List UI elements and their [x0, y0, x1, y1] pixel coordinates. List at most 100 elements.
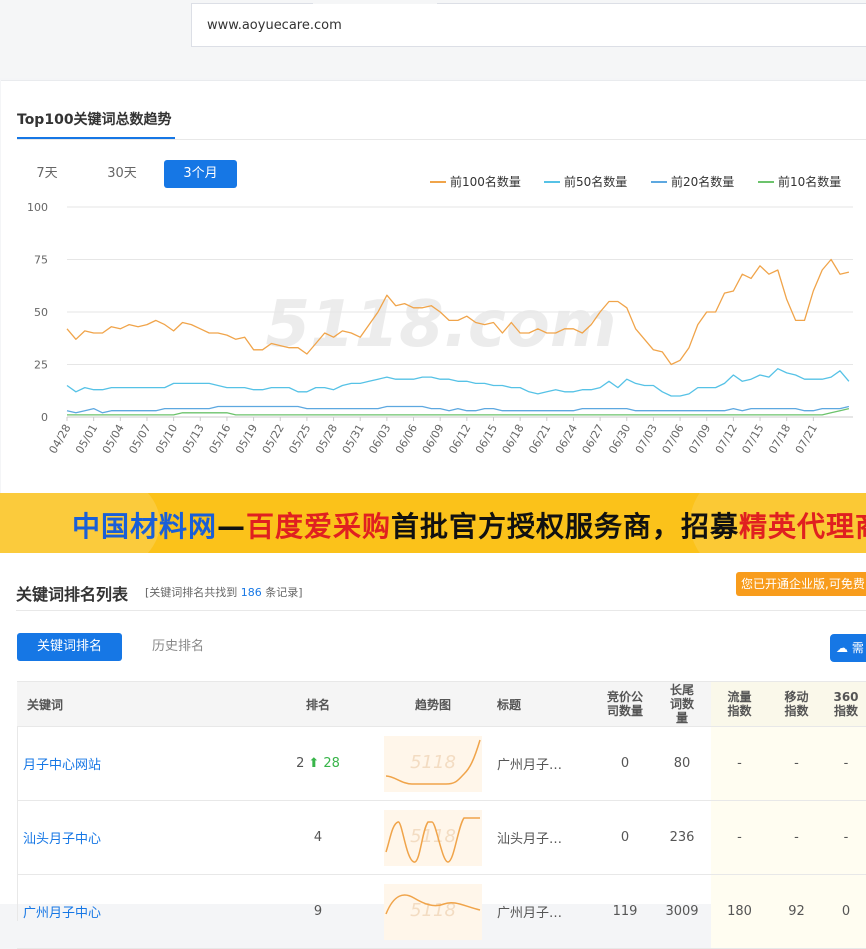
col-mobile-label: 移动指数: [784, 690, 809, 718]
x-tick-label: 04/28: [46, 422, 73, 456]
trend-cell[interactable]: 5118: [379, 874, 487, 949]
list-title: 关键词排名列表: [16, 585, 129, 604]
count-prefix: [关键词排名共找到: [145, 586, 238, 599]
trend-card: Top100关键词总数趋势 7天 30天 3个月 前100名数量 前50名数量 …: [1, 80, 866, 493]
x-tick-label: 07/18: [766, 422, 793, 456]
enterprise-notice[interactable]: 您已开通企业版,可免费: [736, 572, 866, 596]
sparkline: 5118: [384, 883, 482, 940]
x-tick-label: 06/21: [526, 422, 553, 456]
x-tick-label: 05/28: [313, 422, 340, 456]
count-number: 186: [240, 586, 262, 599]
sparkline: 5118: [384, 735, 482, 792]
x-tick-label: 05/16: [206, 422, 233, 456]
col-keyword: 关键词: [17, 681, 257, 727]
x-tick-label: 05/13: [180, 422, 207, 456]
tab-history-rank[interactable]: 历史排名: [135, 633, 221, 661]
banner-brand: 中国材料网: [72, 510, 218, 543]
s360-cell: 0: [825, 874, 866, 949]
col-360-label: 360指数: [833, 690, 859, 718]
x-tick-label: 05/07: [126, 422, 153, 456]
y-tick-label: 25: [34, 359, 48, 372]
banner-text: 中国材料网—百度爱采购首批官方授权服务商，招募精英代理商: [72, 505, 866, 545]
list-record-count: [关键词排名共找到 186 条记录]: [145, 584, 303, 600]
trend-cell[interactable]: 5118: [379, 800, 487, 875]
x-tick-label: 05/25: [286, 422, 313, 456]
col-rank[interactable]: 排名: [257, 681, 379, 727]
title-cell[interactable]: 汕头月子…: [487, 800, 597, 875]
x-tick-label: 05/01: [73, 422, 100, 456]
top-bar: www.aoyuecare.com: [0, 0, 866, 78]
banner-dash: —: [217, 510, 247, 543]
rank-change: ⬆ 28: [308, 756, 340, 771]
promo-banner[interactable]: 中国材料网—百度爱采购首批官方授权服务商，招募精英代理商: [0, 493, 866, 553]
svg-text:5118: 5118: [410, 752, 456, 773]
longtail-cell[interactable]: 3009: [653, 874, 711, 949]
arrow-up-icon: ⬆: [308, 756, 320, 771]
x-tick-label: 07/06: [660, 422, 687, 456]
col-traffic[interactable]: 流量指数: [711, 681, 768, 727]
x-tick-label: 07/12: [713, 422, 740, 456]
title-cell[interactable]: 广州月子…: [487, 726, 597, 801]
count-suffix: 条记录]: [265, 586, 303, 599]
x-tick-label: 06/12: [446, 422, 473, 456]
x-tick-label: 05/22: [260, 422, 287, 456]
x-tick-label: 07/21: [793, 422, 820, 456]
trend-cell[interactable]: 5118: [379, 726, 487, 801]
svg-text:5118: 5118: [410, 826, 456, 847]
bid-cell: 0: [597, 800, 653, 875]
x-tick-label: 06/24: [553, 422, 580, 456]
banner-body: 首批官方授权服务商，招募: [391, 510, 740, 543]
col-360[interactable]: 360指数: [825, 681, 866, 727]
url-tab-gap: [313, 2, 437, 4]
x-tick-label: 05/19: [233, 422, 260, 456]
keyword-link[interactable]: 月子中心网站: [17, 726, 257, 801]
banner-highlight: 百度爱采购: [246, 510, 392, 543]
site-url-field[interactable]: www.aoyuecare.com: [191, 3, 866, 47]
traffic-cell: -: [711, 726, 768, 801]
tab-keyword-rank[interactable]: 关键词排名: [17, 633, 122, 661]
trend-line-chart: 5118.com025507510004/28 05/01 05/04 05/07 05…: [27, 201, 853, 456]
col-trend: 趋势图: [379, 681, 487, 727]
y-tick-label: 0: [41, 411, 48, 424]
chart-watermark: 5118.com: [265, 288, 616, 362]
x-tick-label: 06/18: [500, 422, 527, 456]
rank-value: 4: [313, 830, 323, 845]
mobile-cell: 92: [768, 874, 825, 949]
keyword-link[interactable]: 汕头月子中心: [17, 800, 257, 875]
x-tick-label: 05/10: [153, 422, 180, 456]
x-tick-label: 06/15: [473, 422, 500, 456]
longtail-cell[interactable]: 236: [653, 800, 711, 875]
sparkline: 5118: [384, 809, 482, 866]
table-row: 月子中心网站 2 ⬆ 28 5118 广州月子… 0 80 - - -: [17, 726, 866, 801]
keyword-link[interactable]: 广州月子中心: [17, 874, 257, 949]
x-tick-label: 07/15: [740, 422, 767, 456]
col-bid-count[interactable]: 竞价公司数量: [597, 681, 653, 727]
table-row: 广州月子中心 9 5118 广州月子… 119 3009 180 92 0: [17, 874, 866, 949]
bid-cell: 119: [597, 874, 653, 949]
s360-cell: -: [825, 800, 866, 875]
x-tick-label: 06/27: [580, 422, 607, 456]
list-divider: [16, 610, 866, 611]
title-cell[interactable]: 广州月子…: [487, 874, 597, 949]
col-longtail-label: 长尾词数量: [669, 683, 694, 725]
x-tick-label: 06/09: [420, 422, 447, 456]
rank-change-value: 28: [323, 756, 340, 771]
x-tick-label: 07/03: [633, 422, 660, 456]
x-tick-label: 06/06: [393, 422, 420, 456]
col-mobile[interactable]: 移动指数: [768, 681, 825, 727]
export-label: 需: [851, 641, 864, 655]
x-tick-label: 06/03: [366, 422, 393, 456]
bid-cell: 0: [597, 726, 653, 801]
rank-value: 9: [313, 904, 323, 919]
series-top50-line: [66, 368, 850, 397]
col-longtail[interactable]: 长尾词数量: [653, 681, 711, 727]
export-button[interactable]: ☁ 需: [830, 634, 866, 662]
x-tick-label: 06/30: [606, 422, 633, 456]
x-tick-label: 05/04: [100, 422, 127, 456]
series-top20-line: [66, 405, 850, 414]
s360-cell: -: [825, 726, 866, 801]
traffic-cell: -: [711, 800, 768, 875]
mobile-cell: -: [768, 726, 825, 801]
longtail-cell[interactable]: 80: [653, 726, 711, 801]
keyword-list-section: 关键词排名列表 [关键词排名共找到 186 条记录] 您已开通企业版,可免费 关…: [0, 553, 866, 949]
